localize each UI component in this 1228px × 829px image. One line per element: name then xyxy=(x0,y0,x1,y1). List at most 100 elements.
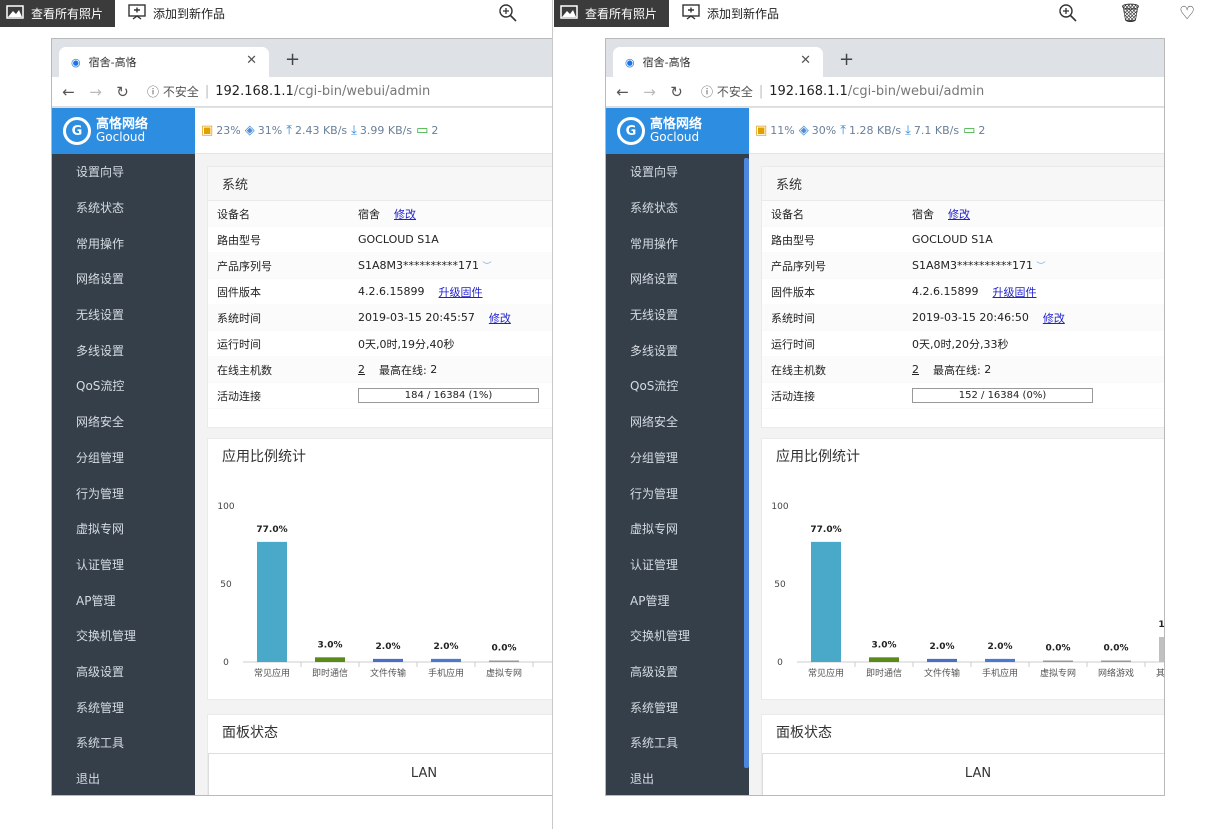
sidebar-item-15[interactable]: 系统管理 xyxy=(52,689,195,725)
online-hosts-row: 在线主机数 2 最高在线: 2 xyxy=(208,357,552,383)
sidebar-item-4[interactable]: 无线设置 xyxy=(606,297,749,333)
bar[interactable] xyxy=(373,658,403,662)
gocloud-logo[interactable]: G 高恪网络 Gocloud xyxy=(606,108,749,154)
sidebar-item-6[interactable]: QoS流控 xyxy=(606,368,749,404)
upgrade-firmware-link[interactable]: 升级固件 xyxy=(992,284,1036,300)
sidebar-item-7[interactable]: 网络安全 xyxy=(52,404,195,440)
reload-icon[interactable]: ↻ xyxy=(666,83,687,101)
bar-value-label: 2.0% xyxy=(930,642,955,652)
sidebar-item-12[interactable]: AP管理 xyxy=(52,582,195,618)
bar[interactable] xyxy=(869,657,899,662)
serial-value: S1A8M3**********171 xyxy=(912,259,1033,272)
bar[interactable] xyxy=(811,541,841,662)
sidebar-item-17[interactable]: 退出 xyxy=(606,761,749,795)
show-serial-eye-icon[interactable]: ︶ xyxy=(483,259,492,272)
reload-icon[interactable]: ↻ xyxy=(112,83,133,101)
modify-time-link[interactable]: 修改 xyxy=(489,310,511,326)
site-info[interactable]: ⓘ 不安全 xyxy=(701,83,753,100)
forward-icon[interactable]: → xyxy=(85,83,106,101)
view-all-photos-button[interactable]: 查看所有照片 xyxy=(0,0,115,27)
bar[interactable] xyxy=(431,658,461,662)
bar[interactable] xyxy=(489,660,519,663)
site-info[interactable]: ⓘ 不安全 xyxy=(147,83,199,100)
sidebar-item-2[interactable]: 常用操作 xyxy=(52,225,195,261)
sidebar-item-1[interactable]: 系统状态 xyxy=(52,190,195,226)
sidebar-item-14[interactable]: 高级设置 xyxy=(606,654,749,690)
sidebar-item-11[interactable]: 认证管理 xyxy=(52,547,195,583)
sidebar-item-3[interactable]: 网络设置 xyxy=(606,261,749,297)
add-to-new-creation-button[interactable]: 添加到新作品 xyxy=(682,0,779,27)
sidebar-item-8[interactable]: 分组管理 xyxy=(606,440,749,476)
online-hosts-link[interactable]: 2 xyxy=(358,363,365,376)
show-serial-eye-icon[interactable]: ︶ xyxy=(1037,259,1046,272)
add-to-new-creation-button[interactable]: 添加到新作品 xyxy=(128,0,225,27)
y-tick-label: 50 xyxy=(774,580,786,590)
online-hosts-link[interactable]: 2 xyxy=(912,363,919,376)
new-tab-icon[interactable]: + xyxy=(285,49,300,70)
logo-en: Gocloud xyxy=(96,130,146,144)
modify-device-name-link[interactable]: 修改 xyxy=(948,206,970,222)
sidebar-item-3[interactable]: 网络设置 xyxy=(52,261,195,297)
bar[interactable] xyxy=(315,657,345,662)
sidebar-item-16[interactable]: 系统工具 xyxy=(606,725,749,761)
back-icon[interactable]: ← xyxy=(58,83,79,101)
browser-tab[interactable]: ◉ 宿舍-高恪 ✕ xyxy=(59,47,269,77)
zoom-in-icon[interactable] xyxy=(1058,3,1078,28)
sidebar-item-5[interactable]: 多线设置 xyxy=(606,332,749,368)
upgrade-firmware-link[interactable]: 升级固件 xyxy=(438,284,482,300)
bar[interactable] xyxy=(257,541,287,662)
main-content: 系统 设备名 宿舍 修改 路由型号 GOCLOUD S1A 产品序列号 S1A8M3**… xyxy=(195,154,552,795)
url-host: 192.168.1.1 xyxy=(769,84,848,99)
sidebar-item-15[interactable]: 系统管理 xyxy=(606,689,749,725)
sidebar-item-13[interactable]: 交换机管理 xyxy=(606,618,749,654)
url-field[interactable]: 192.168.1.1/cgi-bin/webui/admin xyxy=(215,84,430,99)
zoom-in-icon[interactable] xyxy=(498,3,518,28)
browser-tab[interactable]: ◉ 宿舍-高恪 ✕ xyxy=(613,47,823,77)
gocloud-logo[interactable]: G 高恪网络 Gocloud xyxy=(52,108,195,154)
sidebar-item-9[interactable]: 行为管理 xyxy=(52,475,195,511)
sidebar-item-10[interactable]: 虚拟专网 xyxy=(52,511,195,547)
close-tab-icon[interactable]: ✕ xyxy=(246,53,257,68)
sidebar-item-5[interactable]: 多线设置 xyxy=(52,332,195,368)
add-creation-icon xyxy=(128,4,146,23)
bar-value-label: 0.0% xyxy=(492,644,517,654)
sidebar-item-2[interactable]: 常用操作 xyxy=(606,225,749,261)
sidebar-item-7[interactable]: 网络安全 xyxy=(606,404,749,440)
bar[interactable] xyxy=(1101,660,1131,663)
sidebar-item-1[interactable]: 系统状态 xyxy=(606,190,749,226)
view-all-photos-button[interactable]: 查看所有照片 xyxy=(554,0,669,27)
photo-icon xyxy=(560,5,578,22)
online-hosts-icon[interactable]: ▭ xyxy=(963,123,975,138)
bar[interactable] xyxy=(985,658,1015,662)
sidebar-item-14[interactable]: 高级设置 xyxy=(52,654,195,690)
sidebar-item-0[interactable]: 设置向导 xyxy=(606,154,749,190)
sidebar-item-16[interactable]: 系统工具 xyxy=(52,725,195,761)
new-tab-icon[interactable]: + xyxy=(839,49,854,70)
sidebar-item-0[interactable]: 设置向导 xyxy=(52,154,195,190)
sidebar-item-10[interactable]: 虚拟专网 xyxy=(606,511,749,547)
forward-icon[interactable]: → xyxy=(639,83,660,101)
sidebar-item-8[interactable]: 分组管理 xyxy=(52,440,195,476)
online-hosts-icon[interactable]: ▭ xyxy=(416,123,428,138)
bar[interactable] xyxy=(1159,637,1164,662)
sidebar-item-9[interactable]: 行为管理 xyxy=(606,475,749,511)
bar[interactable] xyxy=(927,658,957,662)
sidebar-item-11[interactable]: 认证管理 xyxy=(606,547,749,583)
x-tick-label: 即时通信 xyxy=(866,667,902,679)
view-all-photos-label: 查看所有照片 xyxy=(585,7,658,21)
sidebar-item-6[interactable]: QoS流控 xyxy=(52,368,195,404)
sidebar-item-4[interactable]: 无线设置 xyxy=(52,297,195,333)
sidebar-item-13[interactable]: 交换机管理 xyxy=(52,618,195,654)
bar[interactable] xyxy=(1043,660,1073,663)
url-field[interactable]: 192.168.1.1/cgi-bin/webui/admin xyxy=(769,84,984,99)
modify-time-link[interactable]: 修改 xyxy=(1043,310,1065,326)
connections-row: 活动连接 152 / 16384 (0%) xyxy=(762,383,1164,409)
sidebar-item-12[interactable]: AP管理 xyxy=(606,582,749,618)
close-tab-icon[interactable]: ✕ xyxy=(800,53,811,68)
delete-icon[interactable]: 🗑 xyxy=(1119,3,1142,24)
favorite-icon[interactable]: ♡ xyxy=(1179,3,1195,24)
modify-device-name-link[interactable]: 修改 xyxy=(394,206,416,222)
system-panel: 系统 设备名 宿舍 修改 路由型号 GOCLOUD S1A 产品序列号 S1A8M3**… xyxy=(761,166,1164,428)
back-icon[interactable]: ← xyxy=(612,83,633,101)
sidebar-item-17[interactable]: 退出 xyxy=(52,761,195,795)
